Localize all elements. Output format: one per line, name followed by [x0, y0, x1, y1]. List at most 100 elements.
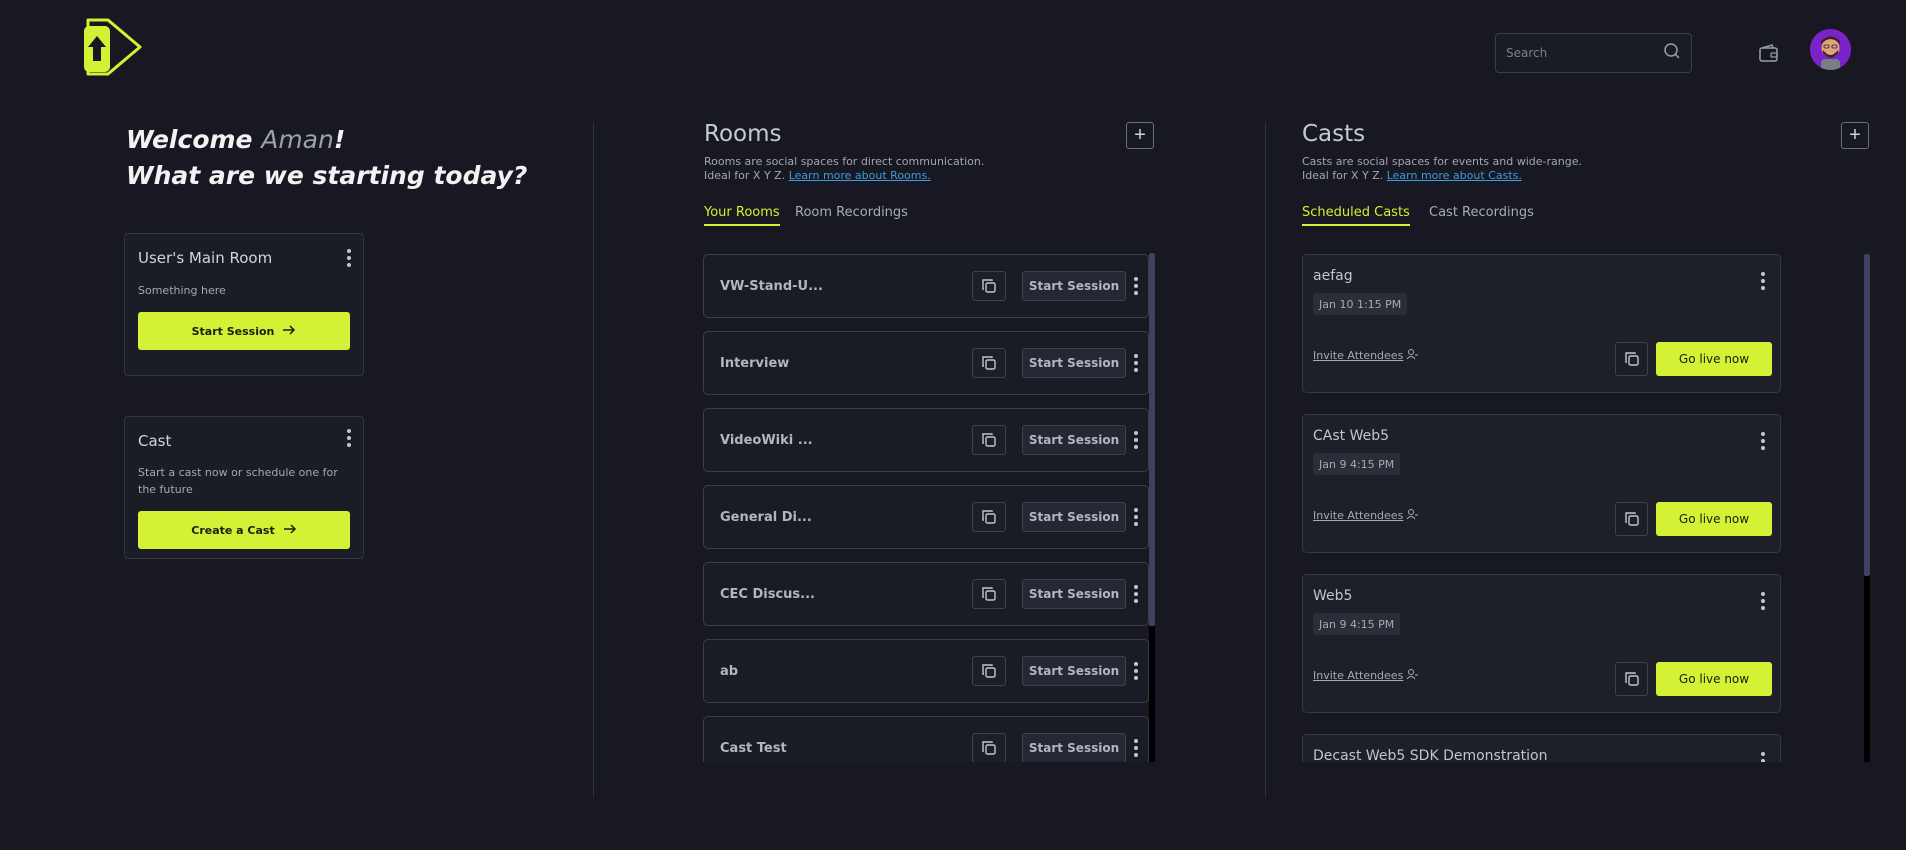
- rooms-scrollbar-thumb[interactable]: [1149, 253, 1155, 626]
- wallet-icon[interactable]: [1758, 43, 1780, 65]
- cast-menu-icon[interactable]: [1753, 270, 1773, 292]
- room-row[interactable]: VideoWiki ... Start Session: [703, 408, 1149, 472]
- copy-icon[interactable]: [1615, 502, 1648, 536]
- room-name: VW-Stand-U...: [720, 279, 823, 294]
- welcome-suffix: !: [333, 125, 346, 154]
- room-row[interactable]: CEC Discus... Start Session: [703, 562, 1149, 626]
- arrow-right-icon: [283, 523, 297, 537]
- room-menu-icon[interactable]: [1126, 583, 1146, 605]
- main-room-card: User's Main Room Something here Start Se…: [124, 233, 364, 376]
- tab-room-recordings[interactable]: Room Recordings: [795, 205, 908, 224]
- start-session-button[interactable]: Start Session: [1022, 502, 1126, 532]
- add-room-button[interactable]: +: [1126, 122, 1154, 149]
- room-menu-icon[interactable]: [1126, 506, 1146, 528]
- start-session-button[interactable]: Start Session: [1022, 425, 1126, 455]
- copy-icon[interactable]: [1615, 662, 1648, 696]
- create-cast-label: Create a Cast: [191, 523, 275, 537]
- invite-attendees-link[interactable]: Invite Attendees: [1313, 348, 1419, 363]
- add-cast-button[interactable]: +: [1841, 122, 1869, 149]
- app-logo[interactable]: [82, 16, 144, 78]
- room-row[interactable]: Interview Start Session: [703, 331, 1149, 395]
- cast-item-card[interactable]: Web5 Jan 9 4:15 PM Invite Attendees Go l…: [1302, 574, 1781, 713]
- casts-learn-more-link[interactable]: Learn more about Casts.: [1387, 169, 1522, 182]
- plus-icon: +: [1849, 124, 1861, 146]
- copy-icon[interactable]: [972, 425, 1006, 455]
- go-live-button[interactable]: Go live now: [1656, 502, 1772, 536]
- casts-desc-line1: Casts are social spaces for events and w…: [1302, 155, 1582, 168]
- rooms-scrollbar[interactable]: [1149, 253, 1155, 762]
- room-row[interactable]: ab Start Session: [703, 639, 1149, 703]
- start-session-button[interactable]: Start Session: [1022, 271, 1126, 301]
- copy-icon[interactable]: [972, 733, 1006, 762]
- invite-label: Invite Attendees: [1313, 349, 1404, 362]
- search-icon[interactable]: [1663, 42, 1681, 64]
- casts-scrollbar-thumb[interactable]: [1864, 254, 1870, 576]
- cast-card-description: Start a cast now or schedule one for the…: [138, 466, 338, 496]
- start-session-button[interactable]: Start Session: [1022, 733, 1126, 762]
- start-session-button[interactable]: Start Session: [1022, 348, 1126, 378]
- cast-item-card[interactable]: Decast Web5 SDK Demonstration: [1302, 734, 1781, 762]
- room-name: ab: [720, 664, 739, 679]
- cast-card-menu-icon[interactable]: [339, 427, 359, 449]
- casts-desc-line2: Ideal for X Y Z.: [1302, 169, 1384, 182]
- create-cast-button[interactable]: Create a Cast: [138, 511, 350, 549]
- add-user-icon: [1406, 348, 1419, 363]
- room-row[interactable]: Cast Test Start Session: [703, 716, 1149, 762]
- room-name: General Di...: [720, 510, 812, 525]
- main-room-menu-icon[interactable]: [339, 247, 359, 269]
- rooms-learn-more-link[interactable]: Learn more about Rooms.: [789, 169, 931, 182]
- cast-item-card[interactable]: aefag Jan 10 1:15 PM Invite Attendees Go…: [1302, 254, 1781, 393]
- invite-attendees-link[interactable]: Invite Attendees: [1313, 508, 1419, 523]
- room-menu-icon[interactable]: [1126, 352, 1146, 374]
- room-name: VideoWiki ...: [720, 433, 813, 448]
- user-avatar[interactable]: [1810, 29, 1851, 70]
- cast-item-card[interactable]: CAst Web5 Jan 9 4:15 PM Invite Attendees…: [1302, 414, 1781, 553]
- invite-label: Invite Attendees: [1313, 669, 1404, 682]
- cast-date-badge: Jan 9 4:15 PM: [1313, 613, 1401, 635]
- cast-menu-icon[interactable]: [1753, 590, 1773, 612]
- column-divider: [593, 122, 594, 797]
- rooms-description: Rooms are social spaces for direct commu…: [704, 155, 984, 183]
- casts-title: Casts: [1302, 121, 1366, 147]
- search-box[interactable]: [1495, 33, 1692, 73]
- tab-cast-recordings[interactable]: Cast Recordings: [1429, 205, 1534, 224]
- copy-icon[interactable]: [972, 348, 1006, 378]
- room-name: CEC Discus...: [720, 587, 815, 602]
- copy-icon[interactable]: [972, 656, 1006, 686]
- cast-menu-icon[interactable]: [1753, 750, 1773, 762]
- copy-icon[interactable]: [1615, 342, 1648, 376]
- welcome-heading: Welcome Aman! What are we starting today…: [126, 122, 527, 194]
- room-menu-icon[interactable]: [1126, 660, 1146, 682]
- invite-attendees-link[interactable]: Invite Attendees: [1313, 668, 1419, 683]
- casts-description: Casts are social spaces for events and w…: [1302, 155, 1582, 183]
- go-live-button[interactable]: Go live now: [1656, 342, 1772, 376]
- start-session-button[interactable]: Start Session: [138, 312, 350, 350]
- copy-icon[interactable]: [972, 579, 1006, 609]
- cast-date-badge: Jan 9 4:15 PM: [1313, 453, 1401, 475]
- arrow-right-icon: [282, 324, 296, 338]
- add-user-icon: [1406, 508, 1419, 523]
- cast-name: aefag: [1313, 268, 1353, 284]
- welcome-prefix: Welcome: [126, 125, 262, 154]
- room-menu-icon[interactable]: [1126, 737, 1146, 759]
- search-input[interactable]: [1506, 46, 1663, 60]
- copy-icon[interactable]: [972, 502, 1006, 532]
- room-row[interactable]: General Di... Start Session: [703, 485, 1149, 549]
- cast-date-badge: Jan 10 1:15 PM: [1313, 293, 1408, 315]
- start-session-button[interactable]: Start Session: [1022, 656, 1126, 686]
- room-name: Cast Test: [720, 741, 787, 756]
- casts-scrollbar[interactable]: [1864, 254, 1870, 762]
- room-menu-icon[interactable]: [1126, 275, 1146, 297]
- cast-menu-icon[interactable]: [1753, 430, 1773, 452]
- invite-label: Invite Attendees: [1313, 509, 1404, 522]
- room-row[interactable]: VW-Stand-U... Start Session: [703, 254, 1149, 318]
- rooms-desc-line2: Ideal for X Y Z.: [704, 169, 786, 182]
- rooms-title: Rooms: [704, 121, 782, 147]
- copy-icon[interactable]: [972, 271, 1006, 301]
- tab-scheduled-casts[interactable]: Scheduled Casts: [1302, 205, 1410, 226]
- room-menu-icon[interactable]: [1126, 429, 1146, 451]
- casts-list: aefag Jan 10 1:15 PM Invite Attendees Go…: [1302, 254, 1782, 762]
- start-session-button[interactable]: Start Session: [1022, 579, 1126, 609]
- tab-your-rooms[interactable]: Your Rooms: [704, 205, 780, 226]
- go-live-button[interactable]: Go live now: [1656, 662, 1772, 696]
